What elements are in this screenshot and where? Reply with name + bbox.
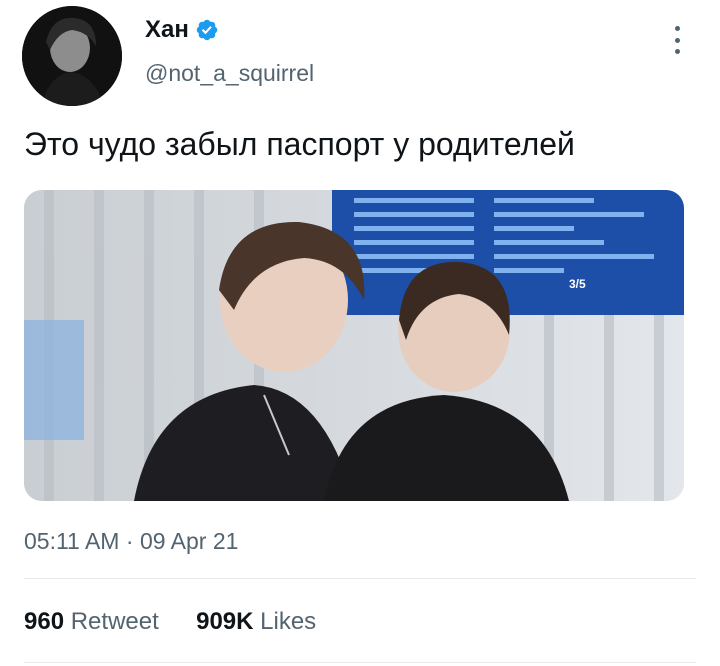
verified-badge-icon: [195, 18, 219, 42]
likes-label: Likes: [260, 608, 317, 635]
likes-stat[interactable]: 909K Likes: [196, 608, 316, 635]
avatar-photo-icon: [22, 6, 122, 106]
divider: [24, 662, 696, 663]
retweets-count: 960: [24, 608, 65, 635]
likes-count: 909K: [196, 608, 254, 635]
board-page-label: 3/5: [569, 277, 586, 291]
author-name[interactable]: Хан: [145, 16, 189, 44]
timestamp-separator: ·: [125, 528, 134, 554]
retweets-stat[interactable]: 960 Retweet: [24, 608, 165, 635]
author-handle[interactable]: @not_a_squirrel: [145, 60, 314, 87]
tweet-text: Это чудо забыл паспорт у родителей: [24, 126, 575, 162]
tweet-photo[interactable]: 3/5: [24, 190, 684, 501]
divider: [24, 578, 696, 579]
tweet-photo-icon: 3/5: [24, 190, 684, 501]
tweet-date: 09 Apr 21: [139, 528, 239, 554]
retweets-label: Retweet: [70, 608, 159, 635]
tweet-stats: 960 Retweet 909K Likes: [24, 608, 316, 636]
tweet-time: 05:11 AM: [24, 528, 120, 554]
author-name-row[interactable]: Хан: [145, 16, 219, 44]
tweet-timestamp[interactable]: 05:11 AM · 09 Apr 21: [24, 528, 238, 555]
more-vertical-icon[interactable]: [668, 26, 686, 54]
author-avatar[interactable]: [22, 6, 122, 106]
